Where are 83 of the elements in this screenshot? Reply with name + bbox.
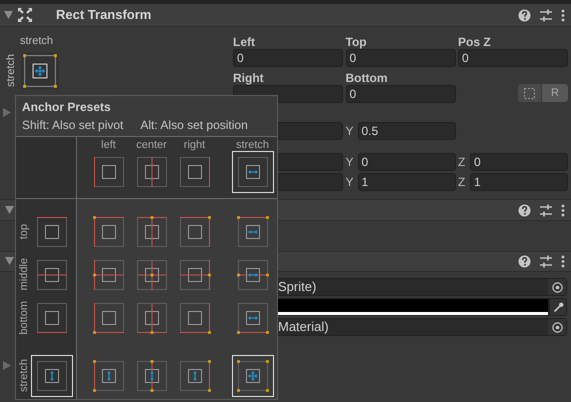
anchor-icon [178, 302, 210, 334]
axis-label: Y [346, 154, 355, 171]
anchor-icon [236, 302, 268, 334]
anchor-icon [136, 216, 168, 248]
transform-icon [18, 8, 32, 22]
input-field[interactable]: 0 [458, 49, 568, 67]
anchor-icon [178, 216, 210, 248]
anchor-icon [92, 258, 124, 290]
anchor-icon [92, 302, 124, 334]
dotted-square-icon [524, 88, 535, 98]
anchor-icon [92, 156, 124, 188]
row-label: bottom [17, 300, 31, 334]
blueprint-mode-button[interactable] [518, 84, 541, 102]
anchor-icon [236, 216, 268, 248]
more-options-icon[interactable] [561, 255, 565, 268]
object-picker-icon[interactable] [552, 322, 562, 332]
anchor-label: stretch [5, 54, 17, 88]
field-label: Right [233, 71, 264, 85]
anchor-icon [136, 258, 168, 290]
input-field[interactable]: 1 [470, 173, 568, 191]
input-field[interactable]: 0 [470, 153, 568, 171]
anchor-label: stretch [20, 35, 54, 48]
settings-icon[interactable] [539, 8, 553, 22]
field-label: Top [346, 35, 367, 49]
help-icon[interactable] [518, 255, 531, 268]
anchor-icon [36, 302, 68, 334]
more-options-icon[interactable] [561, 204, 565, 216]
input-field[interactable]: 0.5 [358, 122, 456, 140]
anchor-icon [236, 360, 268, 392]
foldout-arrow-icon[interactable] [5, 206, 14, 214]
anchor-icon [236, 156, 268, 188]
column-label: left [101, 138, 116, 151]
popup-title: Anchor Presets [22, 100, 111, 114]
field-label: Bottom [346, 71, 388, 85]
settings-icon[interactable] [539, 255, 553, 268]
hint-text: Alt: Also set position [140, 118, 248, 133]
anchor-preset-button[interactable] [232, 354, 274, 396]
axis-label: Z [458, 154, 466, 171]
field-label: Left [233, 35, 255, 49]
anchor-icon [178, 258, 210, 290]
anchor-icon [36, 360, 68, 392]
help-icon[interactable] [518, 8, 531, 22]
anchor-preset-button[interactable] [31, 354, 73, 396]
foldout-arrow-icon[interactable] [5, 257, 14, 266]
input-field[interactable]: 0 [346, 49, 456, 67]
anchor-icon [92, 216, 124, 248]
field-label: Pos Z [458, 35, 491, 49]
anchor-icon [23, 54, 57, 88]
column-label: right [184, 138, 206, 151]
axis-label: Y [346, 123, 355, 140]
input-field[interactable]: 0 [358, 153, 456, 171]
more-options-icon[interactable] [561, 8, 565, 22]
axis-label: Y [346, 174, 355, 191]
component-title: Rect Transform [56, 6, 152, 24]
eyedropper-button[interactable] [549, 298, 567, 316]
row-label: middle [17, 258, 31, 291]
hint-text: Shift: Also set pivot [22, 118, 124, 133]
axis-label: Z [458, 174, 466, 191]
input-field[interactable]: 1 [358, 173, 456, 191]
row-label: stretch [17, 358, 31, 392]
anchor-icon [136, 360, 168, 392]
anchor-icon [236, 258, 268, 290]
input-field[interactable]: 0 [346, 85, 456, 103]
eyedropper-icon [552, 302, 564, 312]
anchor-icon [136, 302, 168, 334]
anchor-preset-button[interactable] [232, 151, 274, 193]
anchor-icon [36, 258, 68, 290]
column-label: center [136, 138, 167, 151]
input-field[interactable]: 0 [233, 49, 343, 67]
field-value: Material) [277, 319, 330, 335]
column-label: stretch [236, 138, 269, 151]
settings-icon[interactable] [539, 204, 553, 216]
field-value: Sprite) [277, 279, 318, 295]
anchor-presets-button[interactable] [21, 52, 59, 90]
row-label: top [17, 224, 31, 240]
foldout-arrow-icon[interactable] [4, 10, 13, 20]
anchor-icon [136, 156, 168, 188]
object-picker-icon[interactable] [552, 282, 562, 292]
anchor-icon [36, 216, 68, 248]
anchor-icon [92, 360, 124, 392]
anchor-icon [178, 156, 210, 188]
anchor-icon [178, 360, 210, 392]
help-icon[interactable] [518, 204, 531, 216]
